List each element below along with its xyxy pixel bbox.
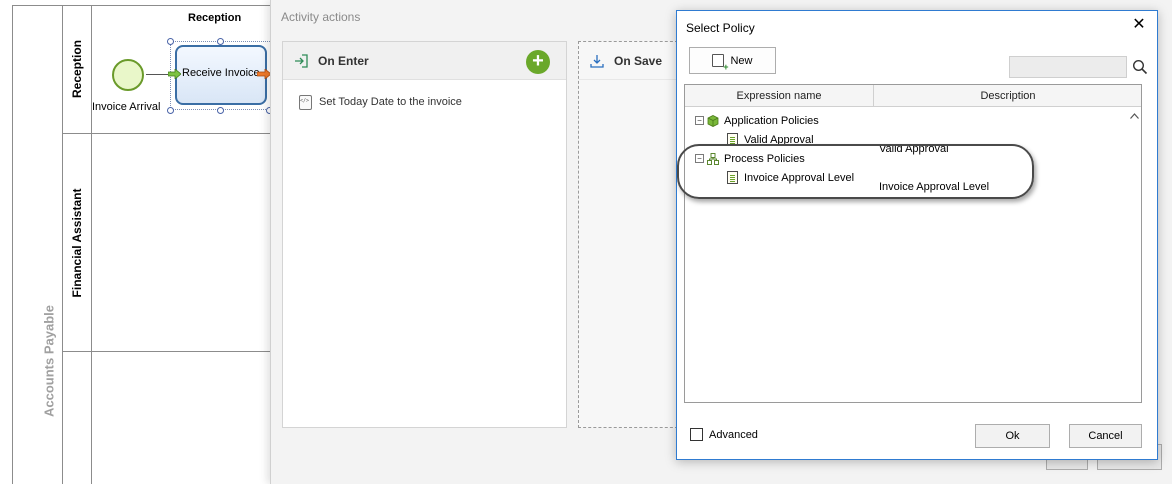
resize-handle[interactable] <box>217 38 224 45</box>
on-enter-label: On Enter <box>318 54 369 68</box>
lane-column-title: Reception <box>188 12 242 24</box>
start-event-label: Invoice Arrival <box>92 101 161 113</box>
action-item-label: Set Today Date to the invoice <box>319 96 462 108</box>
pool-label: Accounts Payable <box>41 305 57 417</box>
search-input[interactable] <box>1009 56 1127 78</box>
collapse-icon[interactable]: − <box>695 116 704 125</box>
resize-handle[interactable] <box>167 38 174 45</box>
lane-header-reception[interactable]: Reception <box>63 5 92 134</box>
group-label: Application Policies <box>724 114 819 127</box>
cube-icon <box>707 114 719 127</box>
on-enter-panel: On Enter + Set Today Date to the invoice <box>282 41 567 428</box>
resize-handle[interactable] <box>167 107 174 114</box>
script-icon <box>299 94 312 110</box>
advanced-checkbox[interactable] <box>690 428 703 441</box>
new-policy-button[interactable]: New <box>689 47 776 74</box>
advanced-label: Advanced <box>709 428 758 441</box>
download-arrow-icon <box>590 55 604 68</box>
close-icon[interactable]: ✕ <box>1131 17 1147 33</box>
policy-tree-grid: Expression name Description − Applicatio… <box>684 84 1142 403</box>
lane-header-empty[interactable] <box>63 352 92 484</box>
grid-header: Expression name Description <box>685 85 1141 107</box>
new-button-label: New <box>730 54 753 67</box>
screen: Accounts Payable Reception Financial Ass… <box>0 0 1172 484</box>
task-label: Receive Invoice <box>182 67 260 79</box>
start-event[interactable] <box>112 59 144 91</box>
arrow-right-icon <box>168 69 181 79</box>
search-icon[interactable] <box>1132 59 1148 75</box>
cancel-button[interactable]: Cancel <box>1069 424 1142 448</box>
scroll-up-icon[interactable] <box>1127 107 1141 124</box>
on-save-header: On Save <box>579 42 677 80</box>
pool-label-column: Accounts Payable <box>12 5 63 484</box>
column-header-expression-name[interactable]: Expression name <box>685 85 874 107</box>
select-policy-dialog: Select Policy ✕ New Expression name Desc… <box>676 10 1158 460</box>
dialog-title: Select Policy <box>686 21 755 35</box>
add-action-button[interactable]: + <box>526 50 550 74</box>
lane-label-financial-assistant: Financial Assistant <box>70 188 84 297</box>
dialog-title: Activity actions <box>281 10 361 24</box>
annotation-highlight <box>677 144 1034 199</box>
tree-group-application-policies[interactable]: − Application Policies <box>695 111 819 130</box>
action-item[interactable]: Set Today Date to the invoice <box>299 92 462 112</box>
resize-handle[interactable] <box>217 107 224 114</box>
enter-icon <box>295 54 308 68</box>
advanced-toggle[interactable]: Advanced <box>690 428 758 441</box>
lane-divider <box>92 133 272 134</box>
new-document-icon <box>712 54 728 72</box>
lane-divider <box>92 351 272 352</box>
column-header-description[interactable]: Description <box>874 85 1142 107</box>
on-save-label: On Save <box>614 54 663 68</box>
on-save-panel: On Save <box>578 41 678 428</box>
arrow-right-icon <box>257 69 271 79</box>
ok-button[interactable]: Ok <box>975 424 1050 448</box>
lane-label-reception: Reception <box>70 39 84 99</box>
on-enter-header: On Enter + <box>283 42 566 80</box>
lane-header-financial-assistant[interactable]: Financial Assistant <box>63 134 92 352</box>
